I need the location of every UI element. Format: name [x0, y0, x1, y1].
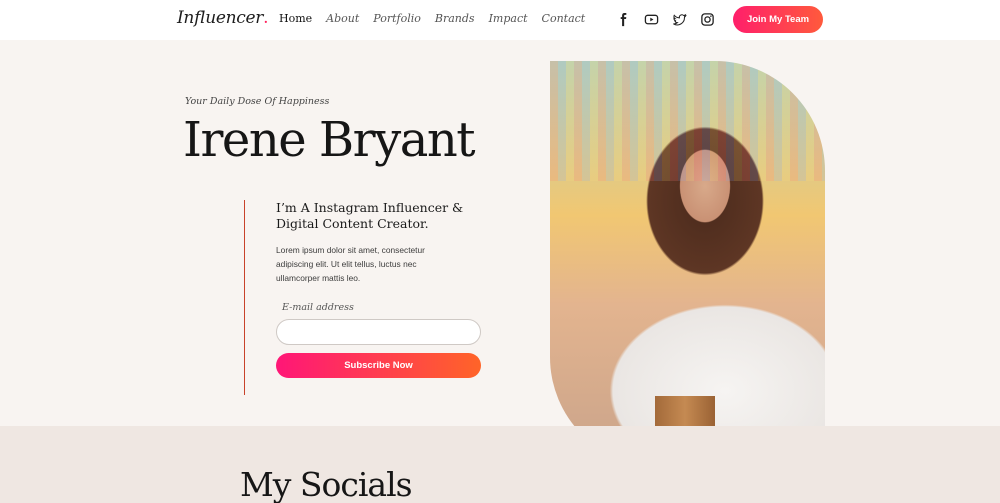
hero-role-line-1: I’m A Instagram Influencer &	[276, 200, 464, 215]
nav-link-contact[interactable]: Contact	[542, 12, 586, 25]
email-label: E-mail address	[282, 302, 354, 313]
accent-divider	[244, 200, 245, 395]
twitter-icon[interactable]	[672, 12, 687, 27]
join-my-team-button[interactable]: Join My Team	[733, 6, 823, 33]
hero-portrait-photo	[550, 61, 825, 467]
nav-link-portfolio[interactable]: Portfolio	[373, 12, 421, 25]
nav-link-brands[interactable]: Brands	[435, 12, 475, 25]
main-menu: Home About Portfolio Brands Impact Conta…	[279, 12, 599, 25]
facebook-icon[interactable]	[616, 12, 631, 27]
email-input[interactable]	[276, 319, 481, 345]
logo-text: Influencer	[177, 8, 264, 28]
photo-background-bunting	[550, 61, 825, 181]
socials-section	[0, 426, 1000, 503]
hero-role: I’m A Instagram Influencer & Digital Con…	[276, 200, 466, 232]
hero-name: Irene Bryant	[183, 112, 476, 168]
nav-link-home[interactable]: Home	[279, 12, 312, 25]
hero-tagline: Your Daily Dose Of Happiness	[185, 96, 330, 107]
youtube-icon[interactable]	[644, 12, 659, 27]
socials-section-title: My Socials	[240, 465, 413, 503]
subscribe-button[interactable]: Subscribe Now	[276, 353, 481, 378]
logo[interactable]: Influencer.	[177, 8, 268, 28]
nav-link-about[interactable]: About	[326, 12, 359, 25]
hero-description: Lorem ipsum dolor sit amet, consectetur …	[276, 245, 425, 283]
hero-role-line-2: Digital Content Creator.	[276, 216, 429, 231]
nav-link-impact[interactable]: Impact	[489, 12, 528, 25]
instagram-icon[interactable]	[700, 12, 715, 27]
top-navbar: Influencer. Home About Portfolio Brands …	[0, 0, 1000, 40]
social-links	[616, 12, 715, 27]
logo-dot: .	[263, 8, 269, 28]
